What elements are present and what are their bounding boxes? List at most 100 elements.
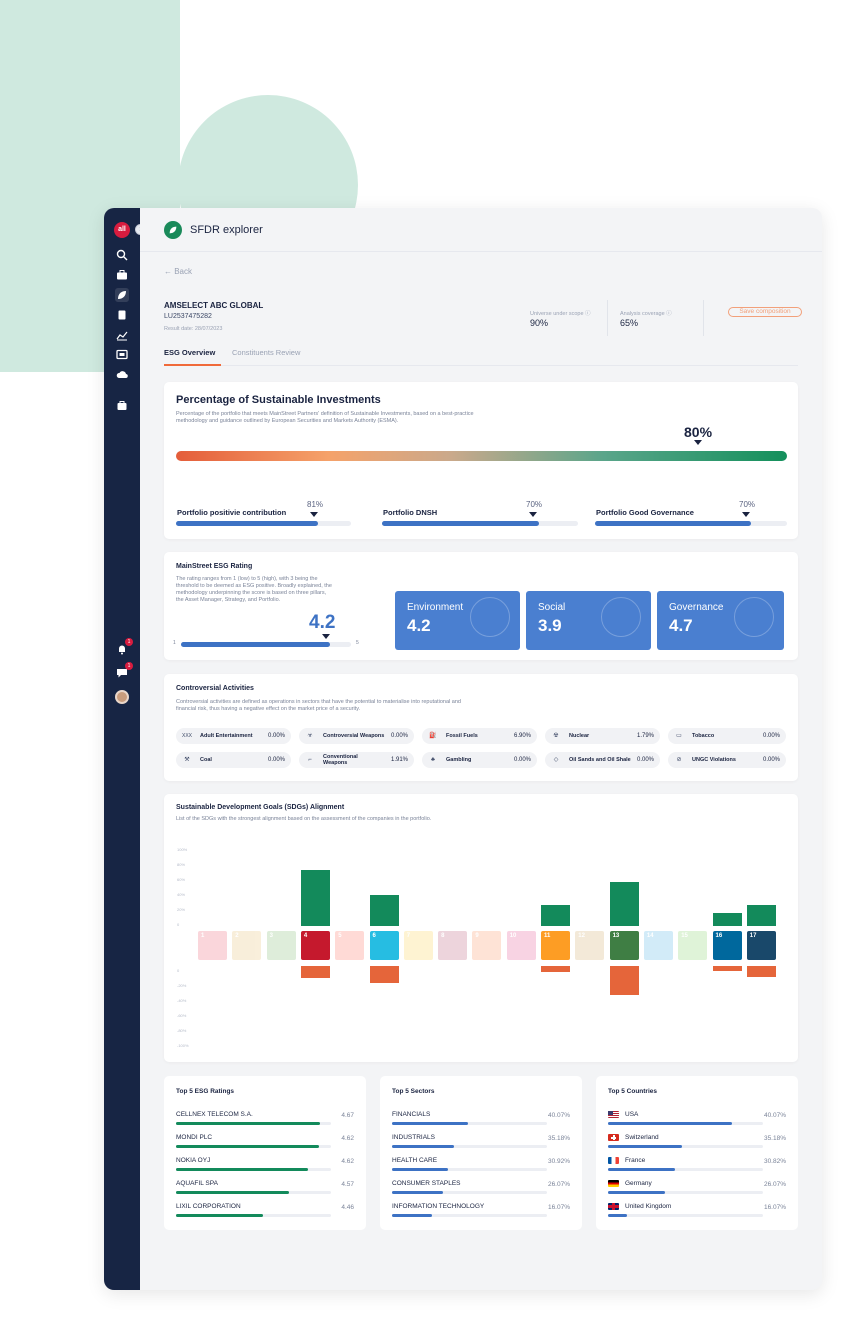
topbar: SFDR explorer <box>140 208 822 252</box>
briefcase-icon[interactable] <box>115 268 129 282</box>
list-item: Germany 26.07% <box>608 1180 786 1200</box>
monitor-icon[interactable] <box>115 348 129 362</box>
sdg-goal-tile[interactable]: 6 <box>369 931 399 960</box>
sdg-goal-tile[interactable]: 10 <box>506 931 536 960</box>
sdg-negative-bar[interactable] <box>712 966 742 972</box>
sdg-goal-tile[interactable]: 11 <box>541 931 570 960</box>
axis-tick-label: 60% <box>177 877 186 882</box>
sdg-negative-bar[interactable] <box>369 966 399 983</box>
sdg-negative-bar[interactable] <box>541 966 570 972</box>
esg-rating-card: MainStreet ESG Rating The rating ranges … <box>164 552 798 660</box>
notification-badge: 1 <box>125 638 133 646</box>
sdg-goal-tile[interactable]: 2 <box>232 931 262 960</box>
item-bar-fill <box>392 1122 468 1125</box>
chat-icon[interactable]: 1 <box>115 662 133 680</box>
list-item: AQUAFIL SPA 4.57 <box>176 1180 354 1200</box>
gun-icon: ⌐ <box>308 757 312 763</box>
item-name: FINANCIALS <box>392 1111 431 1118</box>
sdg-goal-tile[interactable]: 12 <box>575 931 605 960</box>
sdg-negative-bar[interactable] <box>609 966 639 995</box>
sdg-positive-bar[interactable] <box>712 913 742 926</box>
item-bar-fill <box>608 1122 732 1125</box>
sdg-goal-tile[interactable]: 14 <box>643 931 673 960</box>
item-bar-track <box>608 1214 763 1217</box>
active-tab-indicator <box>164 364 221 366</box>
tab-constituents-review[interactable]: Constituents Review <box>232 348 300 357</box>
card-description: the Asset Manager, Strategy, and Portfol… <box>176 597 281 603</box>
save-composition-button[interactable]: Save composition <box>728 307 802 317</box>
chip-value: 0.00% <box>513 757 531 763</box>
item-bar-track <box>176 1214 331 1217</box>
oil-drop-icon: ◇ <box>553 757 559 763</box>
item-name: Germany <box>625 1180 652 1187</box>
item-bar-fill <box>392 1145 454 1148</box>
sdg-goal-tile[interactable]: 8 <box>438 931 468 960</box>
sdg-goal-tile[interactable]: 1 <box>198 931 227 960</box>
search-icon[interactable] <box>115 248 129 262</box>
user-avatar[interactable] <box>115 690 129 704</box>
item-value: 4.57 <box>341 1181 354 1188</box>
top-sectors-card: Top 5 Sectors FINANCIALS 40.07% INDUSTRIAL… <box>380 1076 582 1230</box>
sdg-positive-bar[interactable] <box>746 905 776 926</box>
item-name: INFORMATION TECHNOLOGY <box>392 1203 485 1210</box>
sdg-positive-bar[interactable] <box>609 881 639 926</box>
sdg-goal-tile[interactable]: 17 <box>746 931 776 960</box>
sdg-goal-tile[interactable]: 3 <box>266 931 296 960</box>
sdg-negative-bar[interactable] <box>746 966 776 977</box>
sdg-chart: 100% 80% 60% 40% 20% 0 0 -20% -40% -60% -80% -100% 1… <box>164 794 798 1062</box>
sdg-positive-bar[interactable] <box>369 894 399 926</box>
flag-icon <box>608 1157 619 1164</box>
sdg-goal-tile[interactable]: 13 <box>609 931 639 960</box>
card-title: Controversial Activities <box>176 685 254 692</box>
sdg-goal-tile[interactable]: 15 <box>678 931 708 960</box>
item-bar-track <box>392 1145 547 1148</box>
scales-icon <box>734 597 774 637</box>
sdg-goal-tile[interactable]: 5 <box>335 931 365 960</box>
value-marker <box>322 634 330 639</box>
bag-icon[interactable] <box>115 398 129 412</box>
item-bar-fill <box>608 1191 666 1194</box>
chip-gambling: ♣ Gambling 0.00% <box>422 752 537 768</box>
card-description: Controversial activities are defined as … <box>176 699 461 705</box>
list-item: CONSUMER STAPLES 26.07% <box>392 1180 570 1200</box>
sdg-goal-tile[interactable]: 7 <box>403 931 433 960</box>
item-bar-track <box>392 1168 547 1171</box>
item-bar-fill <box>392 1214 433 1217</box>
bell-icon[interactable]: 1 <box>115 638 133 656</box>
sustainable-gradient-bar <box>176 451 787 461</box>
esg-rating-value: 4.2 <box>309 612 336 633</box>
list-item: Switzerland 35.18% <box>608 1134 786 1154</box>
leaf-icon <box>164 221 182 239</box>
item-value: 30.82% <box>763 1158 786 1165</box>
sdg-negative-bar[interactable] <box>300 966 330 978</box>
back-link[interactable]: ← Back <box>164 267 192 276</box>
chip-label: Controversial Weapons <box>323 733 385 739</box>
value-marker <box>694 440 702 445</box>
sdg-positive-bar[interactable] <box>541 905 570 926</box>
sdg-goal-number: 1 <box>201 933 205 939</box>
axis-tick-label: 80% <box>177 862 186 867</box>
card-title: Top 5 ESG Ratings <box>176 1088 235 1095</box>
chip-label: Tobacco <box>692 733 715 739</box>
sdg-goal-number: 3 <box>269 933 273 939</box>
item-value: 4.46 <box>341 1204 354 1211</box>
sdg-goal-number: 10 <box>509 933 517 939</box>
item-bar-track <box>608 1122 763 1125</box>
item-name: Switzerland <box>625 1134 659 1141</box>
book-icon[interactable] <box>115 308 129 322</box>
brand-logo[interactable]: all <box>114 222 130 238</box>
sdg-positive-bar[interactable] <box>300 869 330 926</box>
sdg-goal-tile[interactable]: 4 <box>300 931 330 960</box>
item-bar-track <box>392 1214 547 1217</box>
item-name: LIXIL CORPORATION <box>176 1203 241 1210</box>
chip-label: Fossil Fuels <box>446 733 478 739</box>
leaf-icon[interactable] <box>115 288 129 302</box>
chip-tobacco: ▭ Tobacco 0.00% <box>668 728 786 744</box>
sdg-goal-tile[interactable]: 9 <box>472 931 502 960</box>
cloud-download-icon[interactable] <box>115 368 129 382</box>
chart-icon[interactable] <box>115 328 129 342</box>
card-title: Top 5 Countries <box>608 1088 657 1095</box>
item-value: 40.07% <box>547 1112 570 1119</box>
tab-esg-overview[interactable]: ESG Overview <box>164 348 215 357</box>
sdg-goal-tile[interactable]: 16 <box>712 931 742 960</box>
